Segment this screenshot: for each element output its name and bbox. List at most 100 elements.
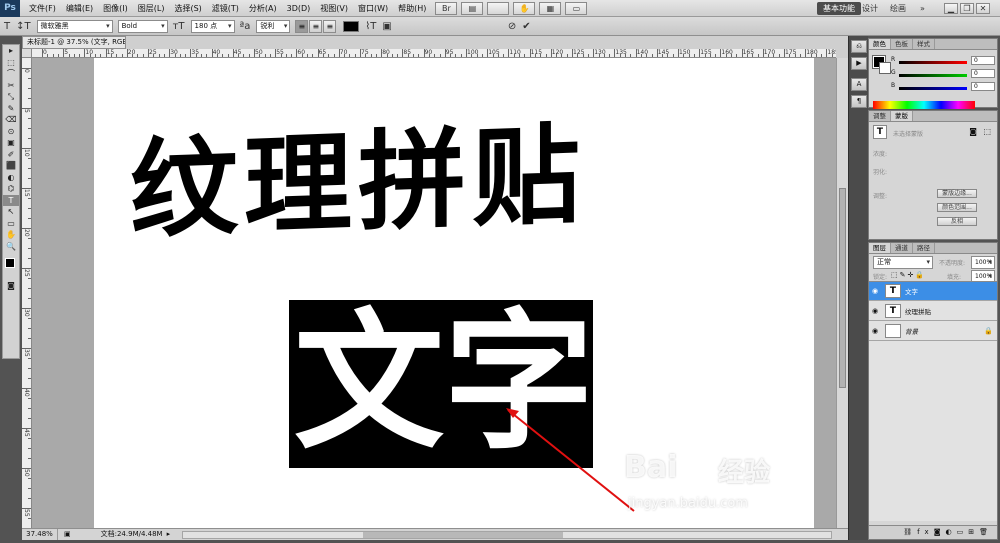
tab-masks[interactable]: 蒙版: [891, 111, 913, 121]
menu-layer[interactable]: 图层(L): [133, 0, 170, 17]
character-panel-icon[interactable]: A: [851, 78, 867, 91]
tab-color[interactable]: 颜色: [869, 39, 891, 49]
menu-image[interactable]: 图像(I): [98, 0, 133, 17]
font-size-select[interactable]: 180 点: [190, 19, 235, 33]
hand-tool-button[interactable]: ✋: [513, 1, 536, 15]
layer-name[interactable]: 背景: [905, 326, 918, 336]
character-panel-icon[interactable]: ▣: [382, 21, 391, 32]
marquee-tool-icon[interactable]: ⬚: [3, 57, 19, 69]
lock-icons[interactable]: ⬚✎✛🔒: [891, 271, 926, 279]
tab-channels[interactable]: 通道: [891, 243, 913, 253]
vertical-scroll-thumb[interactable]: [839, 188, 846, 388]
paragraph-panel-icon[interactable]: ¶: [851, 95, 867, 108]
eye-icon[interactable]: ◉: [869, 327, 881, 335]
workspace-more-button[interactable]: »: [914, 2, 931, 15]
screen-mode-button[interactable]: ▭: [565, 1, 588, 15]
opacity-field[interactable]: 100%: [971, 256, 995, 269]
red-value[interactable]: 0: [971, 56, 995, 65]
type-tool-icon[interactable]: T: [4, 21, 10, 32]
align-right-button[interactable]: ≡: [323, 19, 337, 33]
green-track[interactable]: [899, 74, 967, 77]
eye-icon[interactable]: ◉: [869, 287, 881, 295]
zoom-select[interactable]: [487, 1, 510, 15]
blue-value[interactable]: 0: [971, 82, 995, 91]
font-family-select[interactable]: 微软雅黑: [36, 19, 113, 33]
blue-slider[interactable]: B 0: [891, 82, 999, 92]
commit-icon[interactable]: ✔: [522, 21, 530, 32]
actions-panel-icon[interactable]: ▶: [851, 57, 867, 70]
lasso-tool-icon[interactable]: ⌒: [3, 68, 19, 80]
hand-tool-icon[interactable]: ✋: [3, 229, 19, 241]
dodge-tool-icon[interactable]: ⌬: [3, 183, 19, 195]
tab-paths[interactable]: 路径: [913, 243, 935, 253]
menu-filter[interactable]: 滤镜(T): [207, 0, 244, 17]
canvas[interactable]: 纹理拼贴 文字: [94, 58, 814, 528]
tab-styles[interactable]: 样式: [913, 39, 935, 49]
gradient-tool-icon[interactable]: ◐: [3, 172, 19, 184]
layer-row-background[interactable]: ◉ 背景 🔒: [869, 322, 997, 341]
history-panel-icon[interactable]: ⎌: [851, 40, 867, 53]
menu-file[interactable]: 文件(F): [24, 0, 61, 17]
red-slider[interactable]: R 0: [891, 56, 999, 66]
vertical-scrollbar[interactable]: [836, 58, 848, 528]
minimize-icon[interactable]: ▁: [944, 3, 958, 14]
invert-button[interactable]: 反相: [937, 217, 977, 226]
menu-edit[interactable]: 编辑(E): [61, 0, 98, 17]
tab-layers[interactable]: 图层: [869, 243, 891, 253]
path-select-tool-icon[interactable]: ↖: [3, 206, 19, 218]
layer-row-wenzi[interactable]: ◉ T 文字: [869, 282, 997, 301]
cancel-icon[interactable]: ⊘: [508, 21, 516, 32]
link-layers-icon[interactable]: ⛓: [903, 528, 917, 536]
font-style-select[interactable]: Bold: [117, 19, 168, 33]
menu-view[interactable]: 视图(V): [315, 0, 353, 17]
tab-swatches[interactable]: 色板: [891, 39, 913, 49]
zoom-tool-icon[interactable]: 🔍: [3, 241, 19, 253]
menu-select[interactable]: 选择(S): [169, 0, 206, 17]
crop-tool-icon[interactable]: ✂: [3, 80, 19, 92]
healing-brush-tool-icon[interactable]: ⌫: [3, 114, 19, 126]
workspace-painting-button[interactable]: 绘画: [884, 2, 912, 15]
horizontal-scroll-thumb[interactable]: [363, 532, 563, 538]
clone-stamp-tool-icon[interactable]: ▣: [3, 137, 19, 149]
fx-icon[interactable]: fx: [917, 528, 934, 536]
status-menu-icon[interactable]: ▸: [167, 529, 171, 540]
tab-adjustments[interactable]: 调整: [869, 111, 891, 121]
text-color-swatch[interactable]: [343, 20, 360, 32]
background-color-swatch[interactable]: [879, 62, 891, 74]
red-track[interactable]: [899, 61, 967, 64]
mask-edge-button[interactable]: 蒙版边缘...: [937, 189, 977, 198]
align-center-button[interactable]: ≡: [309, 19, 323, 33]
shape-tool-icon[interactable]: ▭: [3, 218, 19, 230]
brush-tool-icon[interactable]: ⊙: [3, 126, 19, 138]
launch-bridge-button[interactable]: Br: [435, 1, 458, 15]
canvas-text-wenzi[interactable]: 文字: [294, 308, 594, 458]
blend-mode-select[interactable]: 正常: [873, 256, 933, 269]
color-swatches[interactable]: [3, 258, 19, 280]
vertical-ruler[interactable]: 0 5 10 15 20 25 30 35 40 45 50 55: [22, 58, 32, 528]
arrange-documents-button[interactable]: ▦: [539, 1, 562, 15]
menu-window[interactable]: 窗口(W): [353, 0, 393, 17]
new-group-icon[interactable]: ▭: [957, 528, 969, 536]
green-value[interactable]: 0: [971, 69, 995, 78]
new-layer-icon[interactable]: ⊞: [968, 528, 979, 536]
layer-row-texture-tile[interactable]: ◉ T 纹理拼贴: [869, 302, 997, 321]
menu-analysis[interactable]: 分析(A): [244, 0, 282, 17]
menu-3d[interactable]: 3D(D): [282, 0, 316, 17]
add-mask-icon[interactable]: ◙: [934, 528, 946, 536]
history-brush-tool-icon[interactable]: ✐: [3, 149, 19, 161]
layer-name[interactable]: 文字: [905, 286, 918, 296]
blue-track[interactable]: [899, 87, 967, 90]
delete-layer-icon[interactable]: 🗑: [979, 528, 993, 536]
layer-name[interactable]: 纹理拼贴: [905, 306, 931, 316]
eraser-tool-icon[interactable]: ⬛: [3, 160, 19, 172]
quick-select-tool-icon[interactable]: ⤡: [3, 91, 19, 103]
pixel-mask-icon[interactable]: ◙: [969, 127, 977, 136]
status-info-icon[interactable]: ▣: [64, 529, 71, 540]
eyedropper-tool-icon[interactable]: ✎: [3, 103, 19, 115]
ruler-origin[interactable]: [22, 49, 32, 58]
color-spectrum-ramp[interactable]: [873, 101, 975, 109]
align-left-button[interactable]: ≡: [295, 19, 309, 33]
vector-mask-icon[interactable]: ⬚: [983, 127, 991, 136]
document-tab[interactable]: 未标题-1 @ 37.5% (文字, RGB/8) *: [22, 36, 126, 49]
view-extras-button[interactable]: ▤: [461, 1, 484, 15]
